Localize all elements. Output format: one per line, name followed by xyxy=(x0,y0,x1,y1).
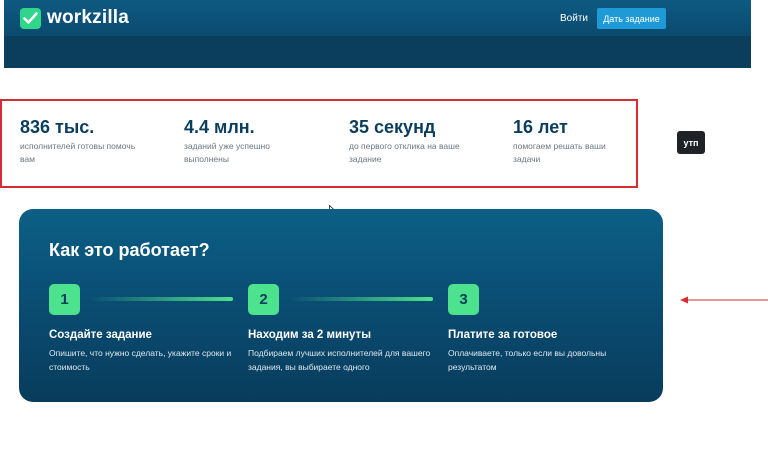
step-title: Платите за готовое xyxy=(448,329,558,341)
header-bar: workzilla Войти Дать задание xyxy=(4,0,751,36)
stats-block: 836 тыс. исполнителей готовы помочь вам … xyxy=(0,99,638,188)
stat-item: 4.4 млн. заданий уже успешно выполнены xyxy=(184,117,334,166)
utp-badge: утп xyxy=(677,131,705,154)
stat-description: до первого отклика на ваше задание xyxy=(349,141,460,164)
stat-value: 16 лет xyxy=(513,117,568,137)
how-it-works-title: Как это работает? xyxy=(49,240,210,260)
stat-item: 35 секунд до первого отклика на ваше зад… xyxy=(349,117,499,166)
stat-description: исполнителей готовы помочь вам xyxy=(20,141,136,164)
checkmark-icon xyxy=(20,7,41,29)
site-header: workzilla Войти Дать задание xyxy=(4,0,751,68)
step-description: Опишите, что нужно сделать, укажите срок… xyxy=(49,348,232,372)
stat-item: 16 лет помогаем решать ваши задачи xyxy=(513,117,663,166)
post-task-button[interactable]: Дать задание xyxy=(597,8,666,29)
stat-value: 836 тыс. xyxy=(20,117,95,137)
login-link[interactable]: Войти xyxy=(560,13,588,24)
step-number: 2 xyxy=(248,284,279,315)
logo[interactable]: workzilla xyxy=(20,7,129,29)
arrow-left-icon xyxy=(680,292,768,310)
stat-value: 35 секунд xyxy=(349,117,436,137)
step-connector xyxy=(89,297,233,301)
step-title: Находим за 2 минуты xyxy=(248,329,372,341)
stat-item: 836 тыс. исполнителей готовы помочь вам xyxy=(20,117,170,166)
step-title: Создайте задание xyxy=(49,329,152,341)
step-connector xyxy=(289,297,433,301)
logo-text: workzilla xyxy=(47,7,130,28)
step-description: Подбираем лучших исполнителей для вашего… xyxy=(248,348,431,372)
how-it-works-card: Как это работает? 1 2 3 Создайте задание… xyxy=(19,209,663,402)
stat-value: 4.4 млн. xyxy=(184,117,255,137)
stat-description: помогаем решать ваши задачи xyxy=(513,141,606,164)
stat-description: заданий уже успешно выполнены xyxy=(184,141,270,164)
step-number: 1 xyxy=(49,284,80,315)
step-description: Оплачиваете, только если вы довольны рез… xyxy=(448,348,607,372)
page: workzilla Войти Дать задание 836 тыс. ис… xyxy=(0,0,768,452)
step-number: 3 xyxy=(448,284,479,315)
